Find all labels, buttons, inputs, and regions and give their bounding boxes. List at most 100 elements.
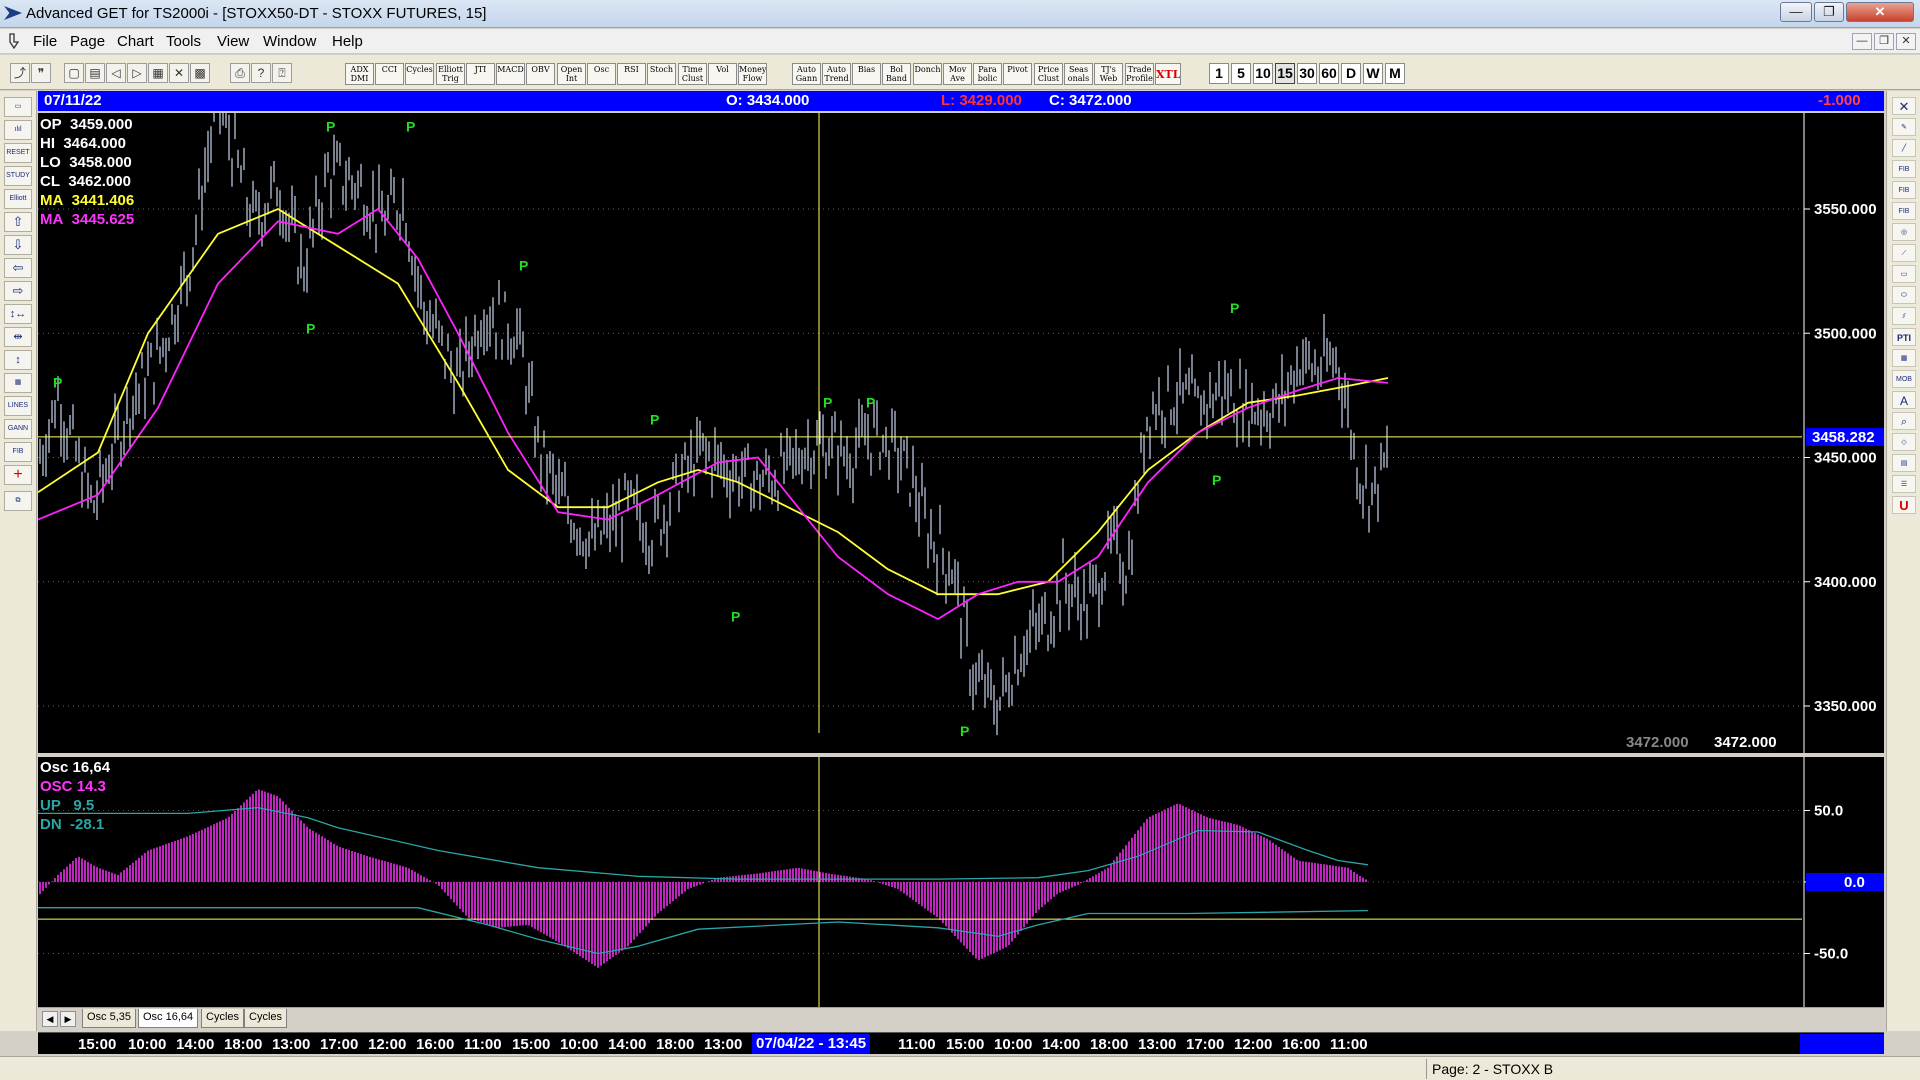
zoom-icon[interactable]: ⌕ xyxy=(1892,412,1916,430)
oscillator-panel[interactable]: 50.0 0.0 -50.0 Osc 16,64 OSC 14.3 UP 9.5 D… xyxy=(38,757,1884,1007)
mdi-close-button[interactable]: ✕ xyxy=(1896,33,1916,50)
oscillator-chart[interactable]: 50.0 0.0 -50.0 xyxy=(38,757,1884,1007)
gann-icon[interactable]: GANN xyxy=(4,419,32,439)
elliott-icon[interactable]: Elliott xyxy=(4,189,32,209)
cursor-tool-icon[interactable]: ⤴ xyxy=(10,63,30,83)
crosshair-icon[interactable]: + xyxy=(4,465,32,485)
menu-tools[interactable]: Tools xyxy=(166,33,201,50)
study-button-money-flow[interactable]: Money Flow xyxy=(738,63,767,85)
study-button-time-clust[interactable]: Time Clust xyxy=(678,63,707,85)
fib-ret-icon[interactable]: FIB RET xyxy=(1892,160,1916,191)
study-button-para-bolic[interactable]: Para bolic xyxy=(973,63,1002,85)
close-button[interactable]: ✕ xyxy=(1846,2,1914,22)
study-button-adx-dmi[interactable]: ADX DMI xyxy=(345,63,374,85)
new-page-icon[interactable]: ▢ xyxy=(64,63,84,83)
scale-icon[interactable]: ↕ xyxy=(4,350,32,370)
study-button-cci[interactable]: CCI xyxy=(375,63,404,85)
study-button-cycles[interactable]: Cycles xyxy=(405,63,434,85)
study-icon[interactable]: STUDY xyxy=(4,166,32,186)
arrow-down-icon[interactable]: ⇩ xyxy=(4,235,32,255)
arrow-up-icon[interactable]: ⇧ xyxy=(4,212,32,232)
grid-tool-icon[interactable]: ▦ xyxy=(1892,349,1916,367)
ellipse-icon[interactable]: ⬭ xyxy=(1892,286,1916,304)
menu-help[interactable]: Help xyxy=(332,33,363,50)
timeframe-button-10[interactable]: 10 xyxy=(1253,63,1273,84)
study-button-stoch[interactable]: Stoch xyxy=(647,63,676,85)
pti-icon[interactable]: PTI xyxy=(1892,328,1916,346)
timeframe-button-30[interactable]: 30 xyxy=(1297,63,1317,84)
grid-icon[interactable]: ▩ xyxy=(190,63,210,83)
study-button-mov-ave[interactable]: Mov Ave xyxy=(943,63,972,85)
study-button-tjs-web[interactable]: TJ's Web xyxy=(1094,63,1123,85)
study-button-auto-gann[interactable]: Auto Gann xyxy=(792,63,821,85)
copy-icon[interactable]: ⧉ xyxy=(4,491,32,511)
price-chart-panel[interactable]: 3550.000 3500.000 3450.000 3400.000 3350.000… xyxy=(37,57,1884,753)
timeframe-button-w[interactable]: W xyxy=(1363,63,1383,84)
box-icon[interactable]: ▭ xyxy=(1892,265,1916,283)
study-button-donch[interactable]: Donch xyxy=(913,63,942,85)
timeframe-button-1[interactable]: 1 xyxy=(1209,63,1229,84)
list-icon[interactable]: ☰ xyxy=(1892,475,1916,493)
menu-chart[interactable]: Chart xyxy=(117,33,154,50)
arrow-left-icon[interactable]: ⇦ xyxy=(4,258,32,278)
tab-cycles-2[interactable]: Cycles xyxy=(244,1009,288,1028)
notes-icon[interactable]: ▤ xyxy=(1892,454,1916,472)
timeframe-button-m[interactable]: M xyxy=(1385,63,1405,84)
fib-ext-icon[interactable]: FIB EXT xyxy=(1892,181,1916,212)
mob-icon[interactable]: MOB xyxy=(1892,370,1916,388)
text-tool-icon[interactable]: A xyxy=(1892,391,1916,409)
open-icon[interactable]: ▤ xyxy=(85,63,105,83)
mdi-minimize-button[interactable]: — xyxy=(1852,33,1872,50)
timeframe-button-15[interactable]: 15 xyxy=(1275,63,1295,84)
pencil-icon[interactable]: ✎ xyxy=(1892,118,1916,136)
study-button-seas-onals[interactable]: Seas onals xyxy=(1064,63,1093,85)
timeframe-button-d[interactable]: D xyxy=(1341,63,1361,84)
tab-cycles[interactable]: Cycles xyxy=(201,1009,245,1028)
study-button-open-int[interactable]: Open Int xyxy=(557,63,586,85)
forward-icon[interactable]: ▷ xyxy=(127,63,147,83)
quote-icon[interactable]: ❞ xyxy=(31,63,51,83)
tab-scroll-right-icon[interactable]: ▶ xyxy=(60,1011,76,1027)
study-button-pivot[interactable]: Pivot xyxy=(1003,63,1032,85)
tab-osc-5-35[interactable]: Osc 5,35 xyxy=(82,1009,137,1028)
compress-icon[interactable]: ↕↔ xyxy=(4,304,32,324)
menu-file[interactable]: File xyxy=(33,33,57,50)
study-button-obv[interactable]: OBV xyxy=(526,63,555,85)
help-icon[interactable]: ? xyxy=(251,63,271,83)
timeframe-button-60[interactable]: 60 xyxy=(1319,63,1339,84)
tile-icon[interactable]: ▦ xyxy=(148,63,168,83)
menu-window[interactable]: Window xyxy=(263,33,316,50)
cross-icon[interactable]: ✕ xyxy=(169,63,189,83)
study-button-bias[interactable]: Bias xyxy=(852,63,881,85)
bars-icon[interactable]: ılıl xyxy=(4,120,32,140)
menu-page[interactable]: Page xyxy=(70,33,105,50)
arrow-right-icon[interactable]: ⇨ xyxy=(4,281,32,301)
fib-icon[interactable]: FIB xyxy=(4,442,32,462)
open-folder-icon[interactable]: ▭ xyxy=(4,97,32,117)
study-button-rsi[interactable]: RSI xyxy=(617,63,646,85)
study-button-trade-profile[interactable]: Trade Profile xyxy=(1125,63,1154,85)
fib-time-icon[interactable]: FIB TIME xyxy=(1892,202,1916,233)
fan-icon[interactable]: ⟋ xyxy=(1892,244,1916,262)
study-button-auto-trend[interactable]: Auto Trend xyxy=(822,63,851,85)
grid-toggle-icon[interactable]: ▦ xyxy=(4,373,32,393)
study-button-jti[interactable]: JTI xyxy=(466,63,495,85)
study-button-price-clust[interactable]: Price Clust xyxy=(1034,63,1063,85)
trendline-icon[interactable]: ╱ xyxy=(1892,139,1916,157)
context-help-icon[interactable]: ⍰ xyxy=(272,63,292,83)
back-icon[interactable]: ◁ xyxy=(106,63,126,83)
channel-icon[interactable]: ⫽ xyxy=(1892,307,1916,325)
spiral-icon[interactable]: ◎ xyxy=(1892,223,1916,241)
maximize-button[interactable]: ❐ xyxy=(1814,2,1844,22)
mdi-restore-button[interactable]: ❐ xyxy=(1874,33,1894,50)
expand-icon[interactable]: ⇹ xyxy=(4,327,32,347)
tab-scroll-left-icon[interactable]: ◀ xyxy=(42,1011,58,1027)
price-chart[interactable]: 3550.000 3500.000 3450.000 3400.000 3350.000… xyxy=(37,57,1884,753)
study-button-xtl[interactable]: XTL xyxy=(1155,63,1181,85)
minimize-button[interactable]: — xyxy=(1780,2,1812,22)
study-button-bol-band[interactable]: Bol Band xyxy=(882,63,911,85)
delete-tool-icon[interactable]: ✕ xyxy=(1892,97,1916,115)
tab-osc-16-64[interactable]: Osc 16,64 xyxy=(138,1009,199,1028)
study-button-macd[interactable]: MACD xyxy=(496,63,525,85)
eraser-icon[interactable]: ◇ xyxy=(1892,433,1916,451)
